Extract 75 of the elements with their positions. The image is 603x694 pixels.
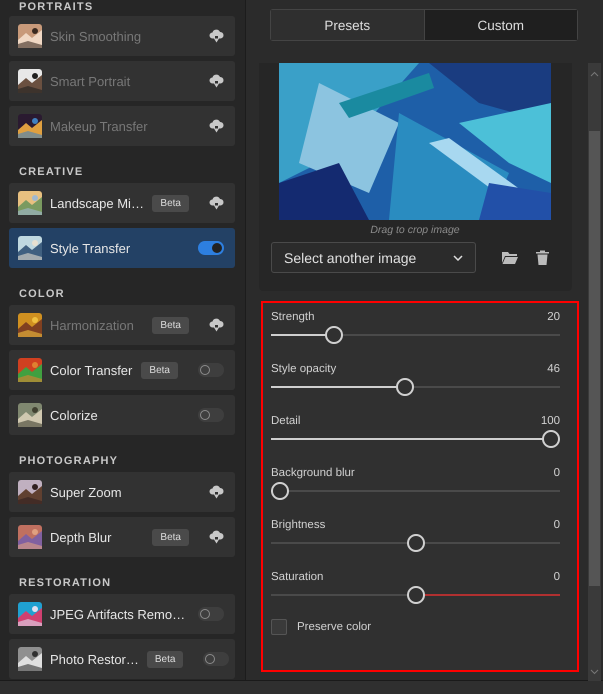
slider[interactable] [271, 378, 560, 396]
filter-item[interactable]: JPEG Artifacts Remo… [9, 594, 235, 634]
filter-item[interactable]: Landscape Mi… Beta [9, 183, 235, 223]
slider-label: Strength [271, 311, 314, 323]
checkbox-label: Preserve color [297, 621, 372, 633]
cloud-download-icon[interactable] [209, 485, 224, 499]
slider-label: Style opacity [271, 363, 336, 375]
scroll-thumb[interactable] [589, 131, 600, 586]
chevron-down-icon [453, 254, 463, 260]
beta-badge: Beta [152, 316, 189, 334]
filter-name: Style Transfer [50, 240, 132, 256]
filter-item[interactable]: Color Transfer Beta [9, 350, 235, 390]
cloud-download-icon[interactable] [209, 530, 224, 544]
slider-value: 0 [554, 519, 560, 531]
toggle-switch[interactable] [198, 607, 224, 621]
scroll-up-icon[interactable] [590, 71, 599, 77]
slider-value: 100 [540, 415, 560, 427]
beta-badge: Beta [146, 650, 184, 668]
toggle-switch[interactable] [203, 652, 230, 666]
filter-name: Smart Portrait [50, 74, 132, 88]
filter-name: Super Zoom [50, 484, 123, 500]
filter-item[interactable]: Depth Blur Beta [9, 517, 235, 557]
filter-item[interactable]: Super Zoom [9, 472, 235, 512]
toggle-switch[interactable] [198, 408, 224, 422]
slider-thumb[interactable] [542, 430, 560, 448]
section-heading: PHOTOGRAPHY [18, 454, 120, 469]
filter-name: Harmonization [50, 318, 135, 332]
slider-label: Brightness [271, 519, 326, 531]
checkbox[interactable] [271, 619, 287, 635]
beta-badge: Beta [152, 528, 189, 546]
section-heading: COLOR [18, 287, 66, 302]
slider-thumb[interactable] [271, 482, 289, 500]
trash-icon[interactable] [536, 250, 549, 265]
toggle-switch[interactable] [198, 241, 224, 255]
slider-value: 0 [554, 571, 560, 583]
folder-icon[interactable] [502, 250, 518, 265]
scroll-down-icon[interactable] [590, 669, 599, 675]
slider[interactable] [271, 534, 560, 552]
slider-label: Saturation [271, 571, 324, 583]
slider-label: Background blur [271, 467, 355, 479]
toggle-switch[interactable] [198, 363, 224, 377]
slider[interactable] [271, 482, 560, 500]
tab[interactable]: Custom [424, 10, 577, 40]
section-heading: CREATIVE [18, 165, 84, 180]
filter-item[interactable]: Style Transfer [9, 228, 235, 268]
slider-thumb[interactable] [406, 586, 424, 604]
filter-item[interactable]: Colorize [9, 395, 235, 435]
scrollbar[interactable] [588, 63, 601, 681]
section-heading: RESTORATION [18, 576, 112, 591]
slider[interactable] [271, 586, 560, 604]
filter-name: Colorize [50, 408, 99, 422]
slider-thumb[interactable] [396, 378, 414, 396]
slider-value: 46 [547, 363, 560, 375]
image-dropdown[interactable]: Select another image [271, 242, 476, 273]
slider-value: 20 [547, 311, 560, 323]
section-heading: PORTRAITS [18, 0, 94, 15]
slider[interactable] [271, 430, 560, 448]
slider-thumb[interactable] [325, 326, 344, 344]
filter-name: Landscape Mi… [50, 196, 144, 210]
filter-name: Photo Restor… [50, 652, 139, 666]
slider-thumb[interactable] [406, 534, 424, 552]
filter-item[interactable]: Photo Restor… Beta [9, 639, 235, 679]
cloud-download-icon[interactable] [209, 196, 224, 210]
filter-name: Color Transfer [50, 362, 134, 378]
crop-hint: Drag to crop image [369, 223, 461, 238]
filter-name: JPEG Artifacts Remo… [50, 606, 186, 622]
filter-name: Depth Blur [50, 530, 112, 544]
slider-label: Detail [271, 415, 300, 427]
beta-badge: Beta [141, 362, 178, 378]
slider[interactable] [271, 326, 560, 344]
beta-badge: Beta [152, 194, 189, 212]
filter-name: Skin Smoothing [50, 28, 142, 44]
tab[interactable]: Presets [271, 10, 424, 40]
filter-name: Makeup Transfer [50, 118, 149, 134]
slider-value: 0 [554, 467, 560, 479]
